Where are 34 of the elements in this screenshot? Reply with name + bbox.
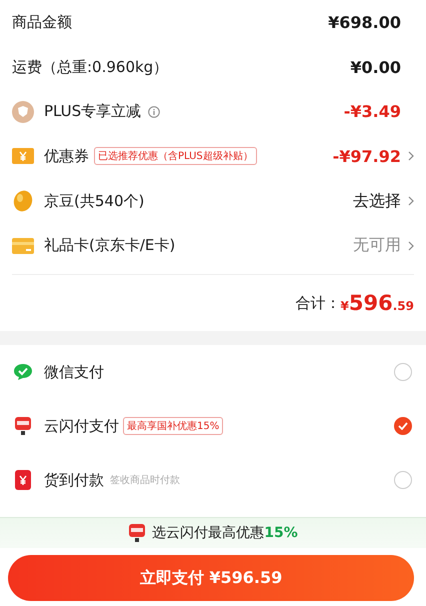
payment-name: 货到付款 <box>44 470 104 490</box>
fee-label: 礼品卡(京东卡/E卡) <box>44 236 176 256</box>
bean-icon <box>13 190 33 212</box>
radio-button[interactable] <box>394 363 412 382</box>
total-amount: ¥596.59 <box>340 291 414 316</box>
fee-label: 京豆(共540个) <box>44 192 144 211</box>
pay-now-button[interactable]: 立即支付 ¥596.59 <box>8 555 414 602</box>
cloud-pay-icon <box>128 523 146 544</box>
radio-button[interactable] <box>394 417 412 436</box>
promo-tag: 最高享国补优惠15% <box>123 417 224 436</box>
fee-value[interactable]: -¥97.92 <box>332 146 401 166</box>
fee-value[interactable]: 无可用 <box>353 235 401 256</box>
payment-hint: 签收商品时付款 <box>110 474 180 488</box>
fee-label: 优惠券 <box>44 146 89 166</box>
coupon-tag: 已选推荐优惠（含PLUS超级补贴） <box>94 147 257 166</box>
fee-label: 商品金额 <box>12 12 72 32</box>
cash-icon <box>15 470 31 490</box>
fee-label: PLUS专享立减 <box>44 102 142 122</box>
fee-value: ¥698.00 <box>328 12 401 32</box>
promo-banner-text: 选云闪付最高优惠15% <box>152 524 298 542</box>
payment-name: 微信支付 <box>44 362 104 382</box>
fee-label: 运费（总重:0.960kg） <box>12 58 168 77</box>
payment-name: 云闪付支付 <box>44 416 119 436</box>
card-icon <box>12 238 34 254</box>
fee-value[interactable]: 去选择 <box>353 190 401 212</box>
chat-check-icon <box>13 363 33 382</box>
fee-value: ¥0.00 <box>350 58 401 77</box>
radio-button[interactable] <box>394 471 412 490</box>
check-icon <box>398 422 408 430</box>
coupon-icon <box>12 147 34 166</box>
total-label: 合计： <box>296 294 341 313</box>
fee-value: -¥3.49 <box>344 102 401 122</box>
shield-icon <box>12 100 34 123</box>
cloud-pay-icon <box>14 416 32 436</box>
